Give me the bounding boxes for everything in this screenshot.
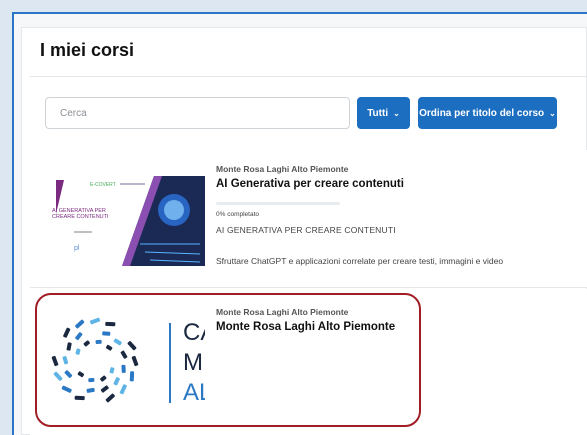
swirl-segment — [75, 332, 83, 341]
thumbnail-footer: pl — [74, 245, 80, 252]
swirl-segment — [66, 342, 72, 351]
swirl-segment — [102, 331, 111, 336]
search-input[interactable] — [45, 97, 350, 129]
swirl-segment — [64, 370, 73, 378]
logo-line-1: CA — [183, 319, 205, 346]
swirl-segment — [113, 338, 122, 346]
swirl-logo-icon — [51, 317, 139, 403]
sort-label: Ordina per titolo del corso — [419, 107, 545, 119]
swirl-segment — [95, 339, 102, 345]
chevron-down-icon: ⌄ — [393, 108, 400, 118]
course-name-link[interactable]: AI Generativa per creare contenuti — [216, 178, 404, 190]
swirl-segment — [63, 327, 71, 338]
swirl-segment — [51, 355, 59, 367]
page-title: I miei corsi — [40, 40, 135, 60]
course-thumbnail[interactable]: E-COVERT AI GENERATIVA PER CREARE CONTEN… — [50, 174, 205, 266]
swirl-segment — [75, 348, 81, 355]
swirl-segment — [120, 350, 128, 359]
course-category: Monte Rosa Laghi Alto Piemonte — [216, 164, 349, 174]
swirl-segment — [109, 367, 115, 374]
swirl-segment — [62, 356, 69, 365]
swirl-segment — [77, 371, 85, 378]
course-name-link[interactable]: Monte Rosa Laghi Alto Piemonte — [216, 321, 395, 333]
thumbnail-brand: E-COVERT — [90, 182, 116, 188]
thumbnail-title: AI GENERATIVA PER CREARE CONTENUTI — [52, 208, 109, 221]
swirl-segment — [127, 341, 137, 351]
course-short-name: AI GENERATIVA PER CREARE CONTENUTI — [216, 225, 396, 235]
swirl-segment — [74, 395, 85, 401]
course-summary: Sfruttare ChatGPT e applicazioni correla… — [216, 256, 504, 266]
swirl-segment — [53, 371, 63, 381]
swirl-segment — [61, 385, 72, 393]
progress-text: 0% completato — [216, 211, 259, 218]
swirl-segment — [100, 375, 107, 382]
course-card[interactable]: CA M AL Monte Rosa Laghi Alto Piemonte M… — [30, 289, 587, 435]
swirl-segment — [129, 371, 135, 382]
filter-all-button[interactable]: Tutti ⌄ — [357, 97, 410, 129]
swirl-segment — [131, 355, 139, 367]
logo-divider — [169, 323, 171, 403]
swirl-segment — [113, 377, 120, 386]
logo-line-2: M — [183, 349, 203, 376]
swirl-segment — [86, 387, 95, 393]
chevron-down-icon: ⌄ — [549, 108, 556, 118]
swirl-segment — [121, 364, 126, 373]
swirl-segment — [105, 393, 115, 403]
swirl-segment — [105, 321, 116, 327]
swirl-segment — [105, 344, 113, 351]
swirl-segment — [100, 385, 109, 393]
sort-button[interactable]: Ordina per titolo del corso ⌄ — [418, 97, 557, 129]
swirl-segment — [75, 319, 85, 329]
course-category: Monte Rosa Laghi Alto Piemonte — [216, 307, 349, 317]
filter-all-label: Tutti — [367, 107, 389, 119]
swirl-segment — [89, 317, 101, 325]
progress-bar — [216, 202, 340, 205]
course-card[interactable]: E-COVERT AI GENERATIVA PER CREARE CONTEN… — [30, 150, 587, 288]
header-divider — [30, 76, 587, 77]
swirl-segment — [88, 377, 95, 383]
logo-line-3: AL — [183, 379, 205, 406]
swirl-segment — [119, 384, 127, 395]
swirl-segment — [83, 340, 90, 347]
course-thumbnail[interactable]: CA M AL — [45, 311, 205, 411]
